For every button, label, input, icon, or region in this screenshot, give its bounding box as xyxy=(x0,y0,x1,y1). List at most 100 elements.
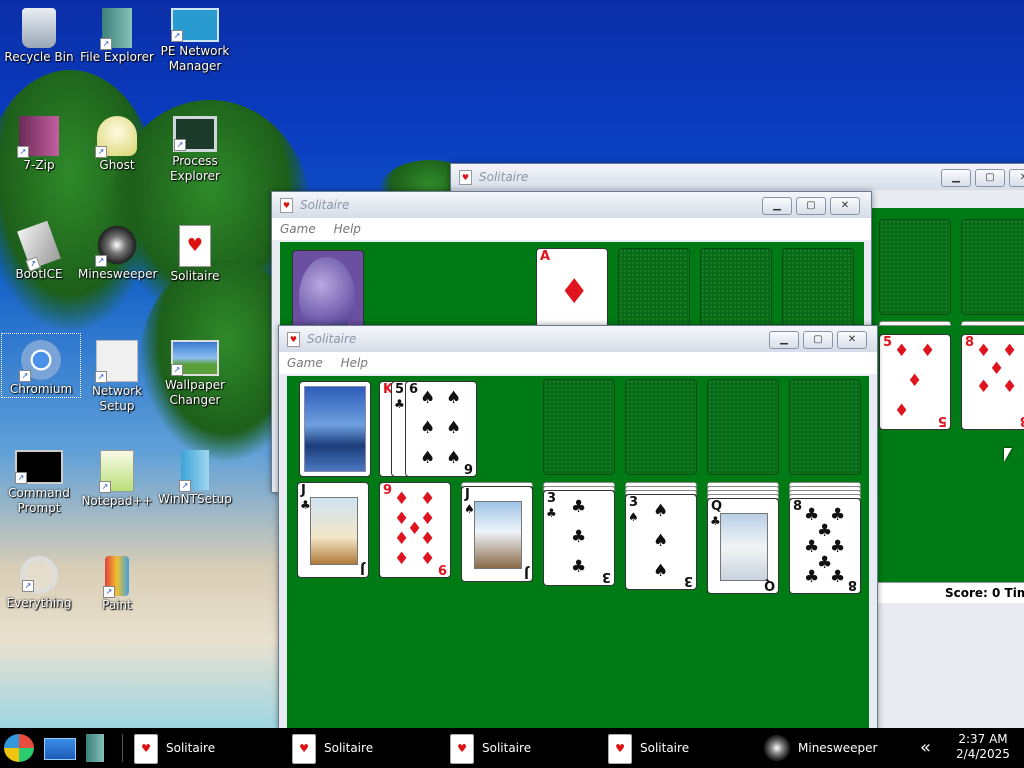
desktop-icon-solitaire[interactable]: ♥ Solitaire xyxy=(156,219,234,284)
file-explorer-taskbar-icon[interactable] xyxy=(86,734,104,762)
desktop-icon-minesweeper[interactable]: ↗ Minesweeper xyxy=(78,219,158,282)
card-pip: ♠ xyxy=(446,418,462,438)
tableau-card-jack-clubs[interactable]: J ♣ J xyxy=(297,482,369,578)
foundation-slot[interactable] xyxy=(707,379,779,475)
icon-label: Minesweeper xyxy=(78,267,158,281)
taskbar-item-label: Solitaire xyxy=(640,741,690,755)
foundation-slot[interactable] xyxy=(625,379,697,475)
card-8-diamonds[interactable]: 8 ♦ ♦ ♦ ♦ ♦ 8 xyxy=(961,334,1024,430)
card-pip: ♦ xyxy=(1002,341,1018,361)
taskbar-item-label: Solitaire xyxy=(482,741,532,755)
window-title: Solitaire xyxy=(307,332,357,346)
waste-card-6-spades[interactable]: 6 ♠ ♠ ♠ ♠ ♠ ♠ 6 xyxy=(405,381,477,477)
card-rank: 3 xyxy=(547,491,557,506)
icon-label: Recycle Bin xyxy=(4,50,74,64)
foundation-slot[interactable] xyxy=(961,219,1024,315)
face-card-art xyxy=(474,501,522,569)
maximize-button[interactable]: ▢ xyxy=(975,169,1005,187)
menu-game[interactable]: Game xyxy=(287,356,323,370)
start-button[interactable] xyxy=(4,734,34,762)
close-button[interactable]: ✕ xyxy=(837,331,867,349)
card-pip: ♠ xyxy=(420,388,436,408)
title-bar[interactable]: ♥ Solitaire ▁ ▢ ✕ xyxy=(279,326,877,352)
menu-help[interactable]: Help xyxy=(334,222,361,236)
solitaire-window-front[interactable]: ♥ Solitaire ▁ ▢ ✕ Game Help K 5 ♣ 6 ♠ ♠ … xyxy=(278,325,878,728)
icon-label: PE Network Manager xyxy=(160,44,230,73)
menu-help[interactable]: Help xyxy=(341,356,368,370)
console-icon: ↗ xyxy=(15,450,63,484)
desktop-icon-7zip[interactable]: ↗ 7-Zip xyxy=(0,110,78,173)
icon-label: WinNTSetup xyxy=(158,492,232,506)
minimize-button[interactable]: ▁ xyxy=(762,197,792,215)
desktop-icon-pe-network-manager[interactable]: ↗ PE Network Manager xyxy=(156,2,234,74)
face-card-art xyxy=(720,513,768,581)
desktop-icon-wallpaper-changer[interactable]: ↗ Wallpaper Changer xyxy=(156,334,234,408)
tableau-card-3-clubs[interactable]: 3 ♣ ♣ ♣ ♣ 3 xyxy=(543,490,615,586)
desktop-icon-winntsetup[interactable]: ↗ WinNTSetup xyxy=(156,444,234,507)
solitaire-icon: ♥ xyxy=(608,734,632,764)
tableau-card-8-clubs[interactable]: 8 ♣ ♣ ♣ ♣ ♣ ♣ ♣ ♣ 8 xyxy=(789,498,861,594)
desktop-icon-network-setup[interactable]: ↗ Network Setup xyxy=(78,334,156,414)
foundation-slot[interactable] xyxy=(789,379,861,475)
card-pip: ♠ xyxy=(420,418,436,438)
taskbar-item-minesweeper[interactable]: Minesweeper xyxy=(764,728,904,768)
card-rank: J xyxy=(301,483,306,498)
window-title: Solitaire xyxy=(300,198,350,212)
desktop-icon-ghost[interactable]: ↗ Ghost xyxy=(78,110,156,173)
desktop-icon-chromium[interactable]: ↗ Chromium xyxy=(1,333,81,398)
front-felt: K 5 ♣ 6 ♠ ♠ ♠ ♠ ♠ ♠ 6 J ♣ J 9 ♦ ♦ ♦ ♦ ♦ … xyxy=(287,376,869,728)
card-pip: ♠ xyxy=(446,448,462,468)
minimize-button[interactable]: ▁ xyxy=(769,331,799,349)
card-pip: ♦ xyxy=(394,489,410,509)
foundation-slot[interactable] xyxy=(543,379,615,475)
card-pip: ♦ xyxy=(394,529,410,549)
desktop-icon-everything[interactable]: ↗ Everything xyxy=(0,550,78,611)
card-rank: A xyxy=(540,249,551,264)
taskbar-item-label: Minesweeper xyxy=(798,741,878,755)
taskbar-item-solitaire-3[interactable]: ♥ Solitaire xyxy=(450,728,600,768)
taskbar-item-label: Solitaire xyxy=(166,741,216,755)
stock-pile[interactable] xyxy=(299,381,371,477)
maximize-button[interactable]: ▢ xyxy=(796,197,826,215)
desktop-icon-recycle-bin[interactable]: Recycle Bin xyxy=(0,2,78,65)
maximize-button[interactable]: ▢ xyxy=(803,331,833,349)
notepad-icon: ↗ xyxy=(99,450,134,493)
icon-label: Paint xyxy=(102,598,132,612)
taskbar-item-solitaire-4[interactable]: ♥ Solitaire xyxy=(608,728,758,768)
tray-overflow-button[interactable]: « xyxy=(920,728,931,768)
icon-label: Command Prompt xyxy=(8,486,70,515)
title-bar[interactable]: ♥ Solitaire ▁ ▢ ✕ xyxy=(451,164,1024,190)
close-button[interactable]: ✕ xyxy=(1009,169,1024,187)
card-rank: 5 xyxy=(395,382,405,397)
card-pip: ♠ xyxy=(653,561,669,581)
close-button[interactable]: ✕ xyxy=(830,197,860,215)
tableau-card-9-diamonds[interactable]: 9 ♦ ♦ ♦ ♦ ♦ ♦ ♦ ♦ ♦ 9 xyxy=(379,482,451,578)
card-rank-inverted: 9 xyxy=(437,561,447,576)
desktop-icon-command-prompt[interactable]: ↗ Command Prompt xyxy=(0,444,78,516)
foundation-slot[interactable] xyxy=(879,219,951,315)
tableau-card-3-spades[interactable]: 3 ♠ ♠ ♠ ♠ 3 xyxy=(625,494,697,590)
card-pip: ♠ xyxy=(653,501,669,521)
desktop-icon-process-explorer[interactable]: ↗ Process Explorer xyxy=(156,110,234,184)
card-rank: Q xyxy=(711,499,723,514)
minimize-button[interactable]: ▁ xyxy=(941,169,971,187)
recycle-bin-icon xyxy=(22,8,56,48)
desktop-icon-notepadpp[interactable]: ↗ Notepad++ xyxy=(78,444,156,509)
clock[interactable]: 2:37 AM 2/4/2025 xyxy=(950,732,1016,762)
desktop: Recycle Bin ↗ File Explorer ↗ PE Network… xyxy=(0,0,1024,728)
taskbar-item-solitaire-2[interactable]: ♥ Solitaire xyxy=(292,728,442,768)
desktop-icon-bootice[interactable]: ↗ BootICE xyxy=(0,219,78,282)
card-5-diamonds[interactable]: 5 ♦ ♦ ♦ ♦ 5 xyxy=(879,334,951,430)
taskbar-item-solitaire-1[interactable]: ♥ Solitaire xyxy=(134,728,284,768)
title-bar[interactable]: ♥ Solitaire ▁ ▢ ✕ xyxy=(272,192,871,218)
desktop-icon-file-explorer[interactable]: ↗ File Explorer xyxy=(78,2,156,65)
tableau-card-jack-spades[interactable]: J ♠ J xyxy=(461,486,533,582)
show-desktop-icon[interactable] xyxy=(44,738,76,760)
menu-game[interactable]: Game xyxy=(280,222,316,236)
card-rank-inverted: 3 xyxy=(683,573,693,588)
desktop-icon-paint[interactable]: ↗ Paint xyxy=(78,550,156,613)
tableau-card-queen-clubs[interactable]: Q ♣ Q xyxy=(707,498,779,594)
pier-card-back xyxy=(304,386,366,472)
card-pip: ♦ xyxy=(420,509,436,529)
setup-disc-icon: ↗ xyxy=(179,450,209,492)
